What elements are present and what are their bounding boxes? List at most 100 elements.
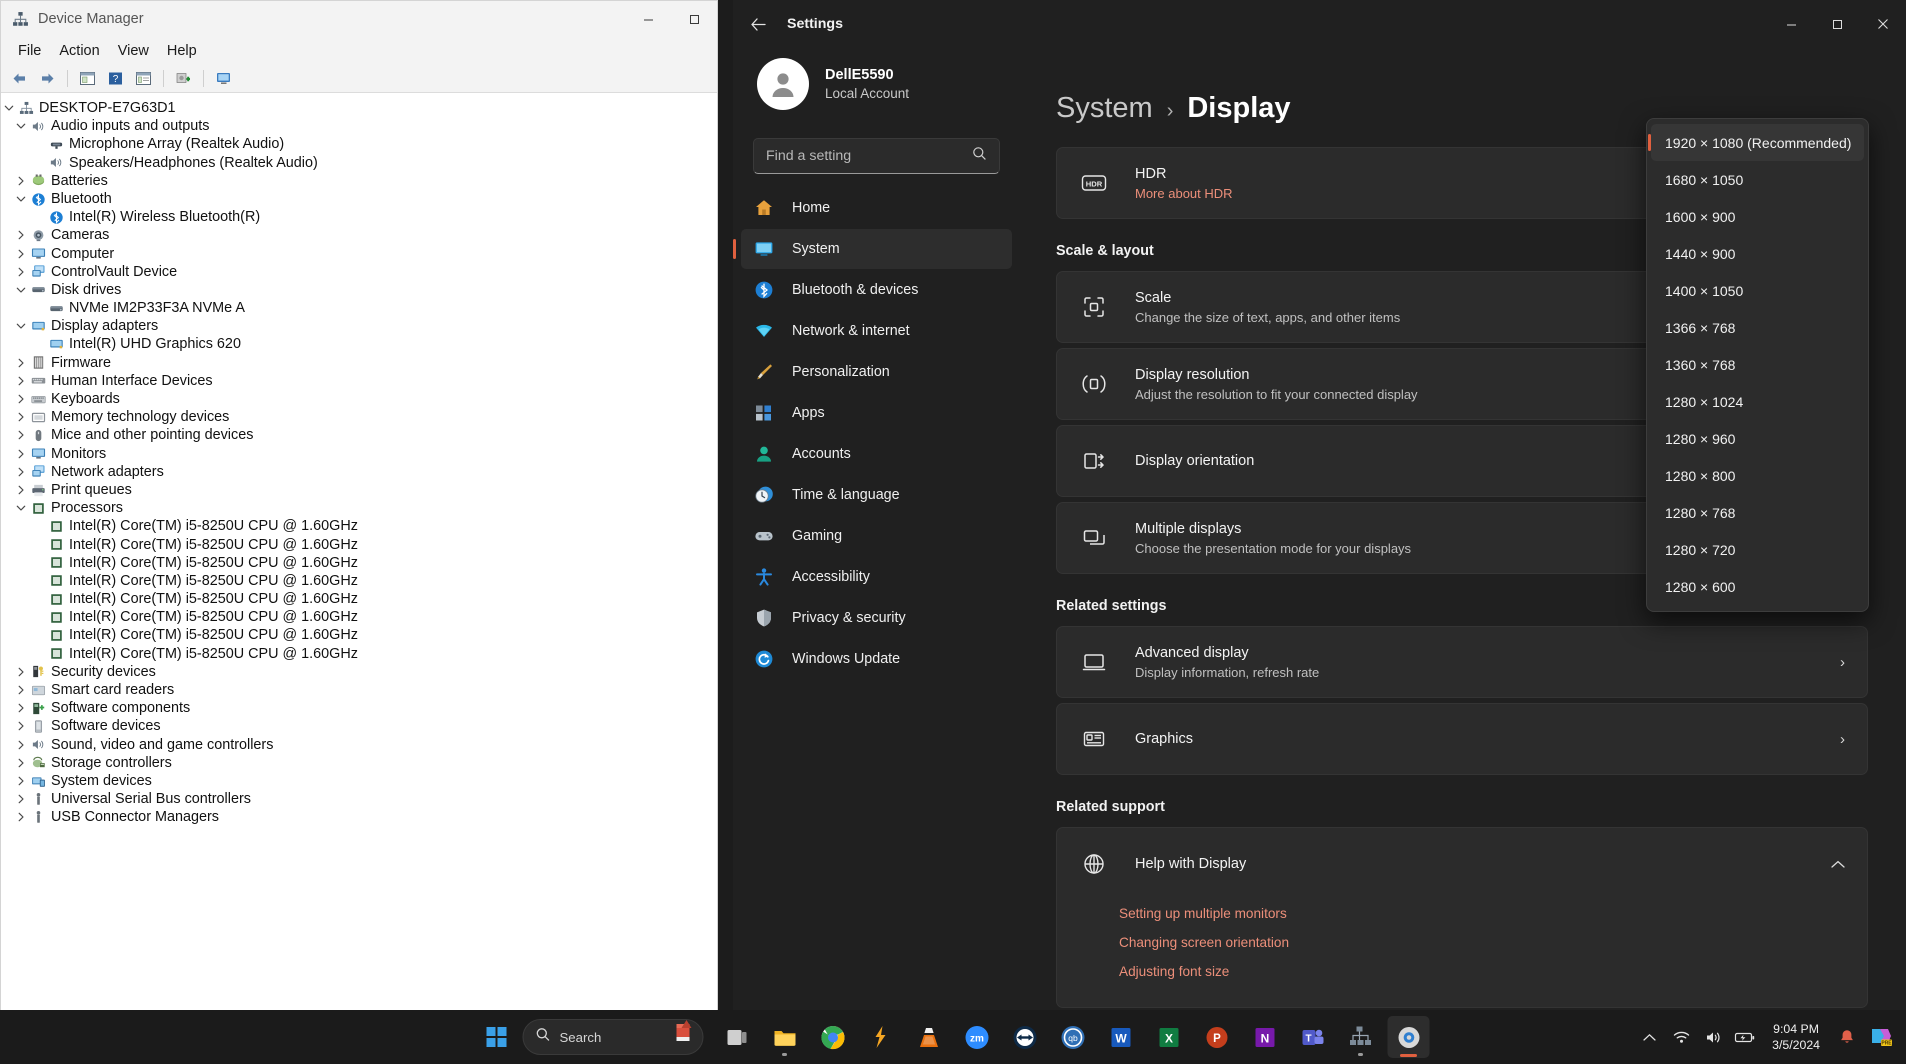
sidebar-item-apps[interactable]: Apps — [741, 393, 1012, 433]
update-driver-icon[interactable] — [171, 67, 196, 90]
help-with-display-header[interactable]: Help with Display — [1057, 828, 1867, 900]
chevron-right-icon[interactable] — [13, 449, 29, 459]
tree-item[interactable]: Security devices — [1, 663, 717, 681]
windows-start-icon[interactable] — [477, 1017, 517, 1057]
breadcrumb-parent[interactable]: System — [1056, 92, 1153, 125]
settings-minimize-button[interactable] — [1768, 0, 1814, 48]
resolution-option[interactable]: 1400 × 1050 — [1651, 272, 1864, 309]
sidebar-item-time-language[interactable]: Time & language — [741, 475, 1012, 515]
tree-item[interactable]: Intel(R) Wireless Bluetooth(R) — [1, 208, 717, 226]
chevron-down-icon[interactable] — [13, 194, 29, 204]
sidebar-item-system[interactable]: System — [733, 229, 1012, 269]
sidebar-item-accessibility[interactable]: Accessibility — [741, 557, 1012, 597]
teamviewer-icon[interactable] — [1004, 1016, 1046, 1058]
vlc-media-player-icon[interactable] — [908, 1016, 950, 1058]
chevron-down-icon[interactable] — [1, 103, 17, 113]
tree-item[interactable]: Microphone Array (Realtek Audio) — [1, 135, 717, 153]
tree-item[interactable]: Intel(R) Core(TM) i5-8250U CPU @ 1.60GHz — [1, 590, 717, 608]
chevron-right-icon[interactable] — [13, 412, 29, 422]
dm-maximize-button[interactable] — [671, 1, 717, 37]
tree-item[interactable]: Intel(R) Core(TM) i5-8250U CPU @ 1.60GHz — [1, 517, 717, 535]
task-view-icon[interactable] — [716, 1016, 758, 1058]
back-arrow-icon[interactable] — [741, 7, 775, 41]
resolution-option[interactable]: 1360 × 768 — [1651, 346, 1864, 383]
tree-item[interactable]: Human Interface Devices — [1, 372, 717, 390]
account-block[interactable]: DellE5590 Local Account — [757, 58, 1012, 110]
tree-item[interactable]: Software devices — [1, 717, 717, 735]
chevron-down-icon[interactable] — [13, 285, 29, 295]
menu-action[interactable]: Action — [50, 40, 108, 62]
tree-item[interactable]: USB Connector Managers — [1, 808, 717, 826]
scan-hardware-icon[interactable] — [211, 67, 236, 90]
google-chrome-icon[interactable] — [812, 1016, 854, 1058]
resolution-option[interactable]: 1280 × 960 — [1651, 420, 1864, 457]
support-link-screen-orientation[interactable]: Changing screen orientation — [1119, 935, 1867, 950]
chevron-down-icon[interactable] — [13, 321, 29, 331]
taskbar-search-box[interactable]: Search — [522, 1019, 704, 1055]
resolution-dropdown-flyout[interactable]: 1920 × 1080 (Recommended) 1680 × 1050 1600… — [1646, 118, 1869, 612]
tree-item[interactable]: Intel(R) Core(TM) i5-8250U CPU @ 1.60GHz — [1, 608, 717, 626]
menu-file[interactable]: File — [9, 40, 50, 62]
copilot-pre-icon[interactable]: PRE — [1864, 1017, 1898, 1057]
chevron-right-icon[interactable] — [13, 430, 29, 440]
tree-item[interactable]: Software components — [1, 699, 717, 717]
tree-item[interactable]: Cameras — [1, 226, 717, 244]
chevron-right-icon[interactable] — [13, 485, 29, 495]
back-arrow-icon[interactable] — [7, 67, 32, 90]
resolution-option[interactable]: 1440 × 900 — [1651, 235, 1864, 272]
qbittorrent-icon[interactable]: qb — [1052, 1016, 1094, 1058]
help-icon[interactable]: ? — [103, 67, 128, 90]
chevron-right-icon[interactable] — [13, 703, 29, 713]
file-explorer-icon[interactable] — [764, 1016, 806, 1058]
tree-item[interactable]: Print queues — [1, 481, 717, 499]
microsoft-word-icon[interactable]: W — [1100, 1016, 1142, 1058]
notification-bell-icon[interactable] — [1832, 1017, 1862, 1057]
tree-item[interactable]: System devices — [1, 772, 717, 790]
chevron-right-icon[interactable] — [13, 812, 29, 822]
device-manager-taskbar-icon[interactable] — [1340, 1016, 1382, 1058]
microsoft-excel-icon[interactable]: X — [1148, 1016, 1190, 1058]
chevron-right-icon[interactable] — [13, 667, 29, 677]
resolution-option[interactable]: 1366 × 768 — [1651, 309, 1864, 346]
sidebar-item-gaming[interactable]: Gaming — [741, 516, 1012, 556]
menu-help[interactable]: Help — [158, 40, 206, 62]
tree-item[interactable]: Computer — [1, 245, 717, 263]
search-input[interactable] — [766, 148, 972, 164]
tree-item[interactable]: Processors — [1, 499, 717, 517]
chevron-up-icon[interactable] — [1831, 856, 1845, 873]
volume-icon[interactable] — [1698, 1017, 1728, 1057]
tree-item[interactable]: Monitors — [1, 445, 717, 463]
settings-gear-icon[interactable] — [1387, 1016, 1430, 1058]
resolution-option[interactable]: 1280 × 800 — [1651, 457, 1864, 494]
microsoft-powerpoint-icon[interactable]: P — [1196, 1016, 1238, 1058]
tree-item[interactable]: Bluetooth — [1, 190, 717, 208]
tree-item[interactable]: NVMe IM2P33F3A NVMe A — [1, 299, 717, 317]
tree-item[interactable]: ControlVault Device — [1, 263, 717, 281]
resolution-option[interactable]: 1920 × 1080 (Recommended) — [1648, 124, 1864, 161]
chevron-right-icon[interactable] — [13, 794, 29, 804]
microsoft-onenote-icon[interactable]: N — [1244, 1016, 1286, 1058]
menu-view[interactable]: View — [109, 40, 158, 62]
tree-item[interactable]: Network adapters — [1, 463, 717, 481]
sidebar-item-accounts[interactable]: Accounts — [741, 434, 1012, 474]
chevron-right-icon[interactable] — [13, 467, 29, 477]
properties-icon[interactable] — [75, 67, 100, 90]
tree-item[interactable]: Audio inputs and outputs — [1, 117, 717, 135]
chevron-right-icon[interactable] — [13, 685, 29, 695]
graphics-card[interactable]: Graphics › — [1056, 703, 1868, 775]
settings-maximize-button[interactable] — [1814, 0, 1860, 48]
resolution-option[interactable]: 1600 × 900 — [1651, 198, 1864, 235]
chevron-down-icon[interactable] — [13, 503, 29, 513]
chevron-right-icon[interactable] — [13, 394, 29, 404]
sidebar-item-network-internet[interactable]: Network & internet — [741, 311, 1012, 351]
support-link-multiple-monitors[interactable]: Setting up multiple monitors — [1119, 906, 1867, 921]
sidebar-item-personalization[interactable]: Personalization — [741, 352, 1012, 392]
tree-item[interactable]: Batteries — [1, 172, 717, 190]
battery-charging-icon[interactable] — [1730, 1017, 1760, 1057]
dm-minimize-button[interactable] — [625, 1, 671, 37]
tree-item[interactable]: Firmware — [1, 354, 717, 372]
chevron-right-icon[interactable] — [13, 740, 29, 750]
tree-item[interactable]: Intel(R) Core(TM) i5-8250U CPU @ 1.60GHz — [1, 554, 717, 572]
clock[interactable]: 9:04 PM 3/5/2024 — [1762, 1021, 1830, 1053]
advanced-display-card[interactable]: Advanced display Display information, re… — [1056, 626, 1868, 698]
